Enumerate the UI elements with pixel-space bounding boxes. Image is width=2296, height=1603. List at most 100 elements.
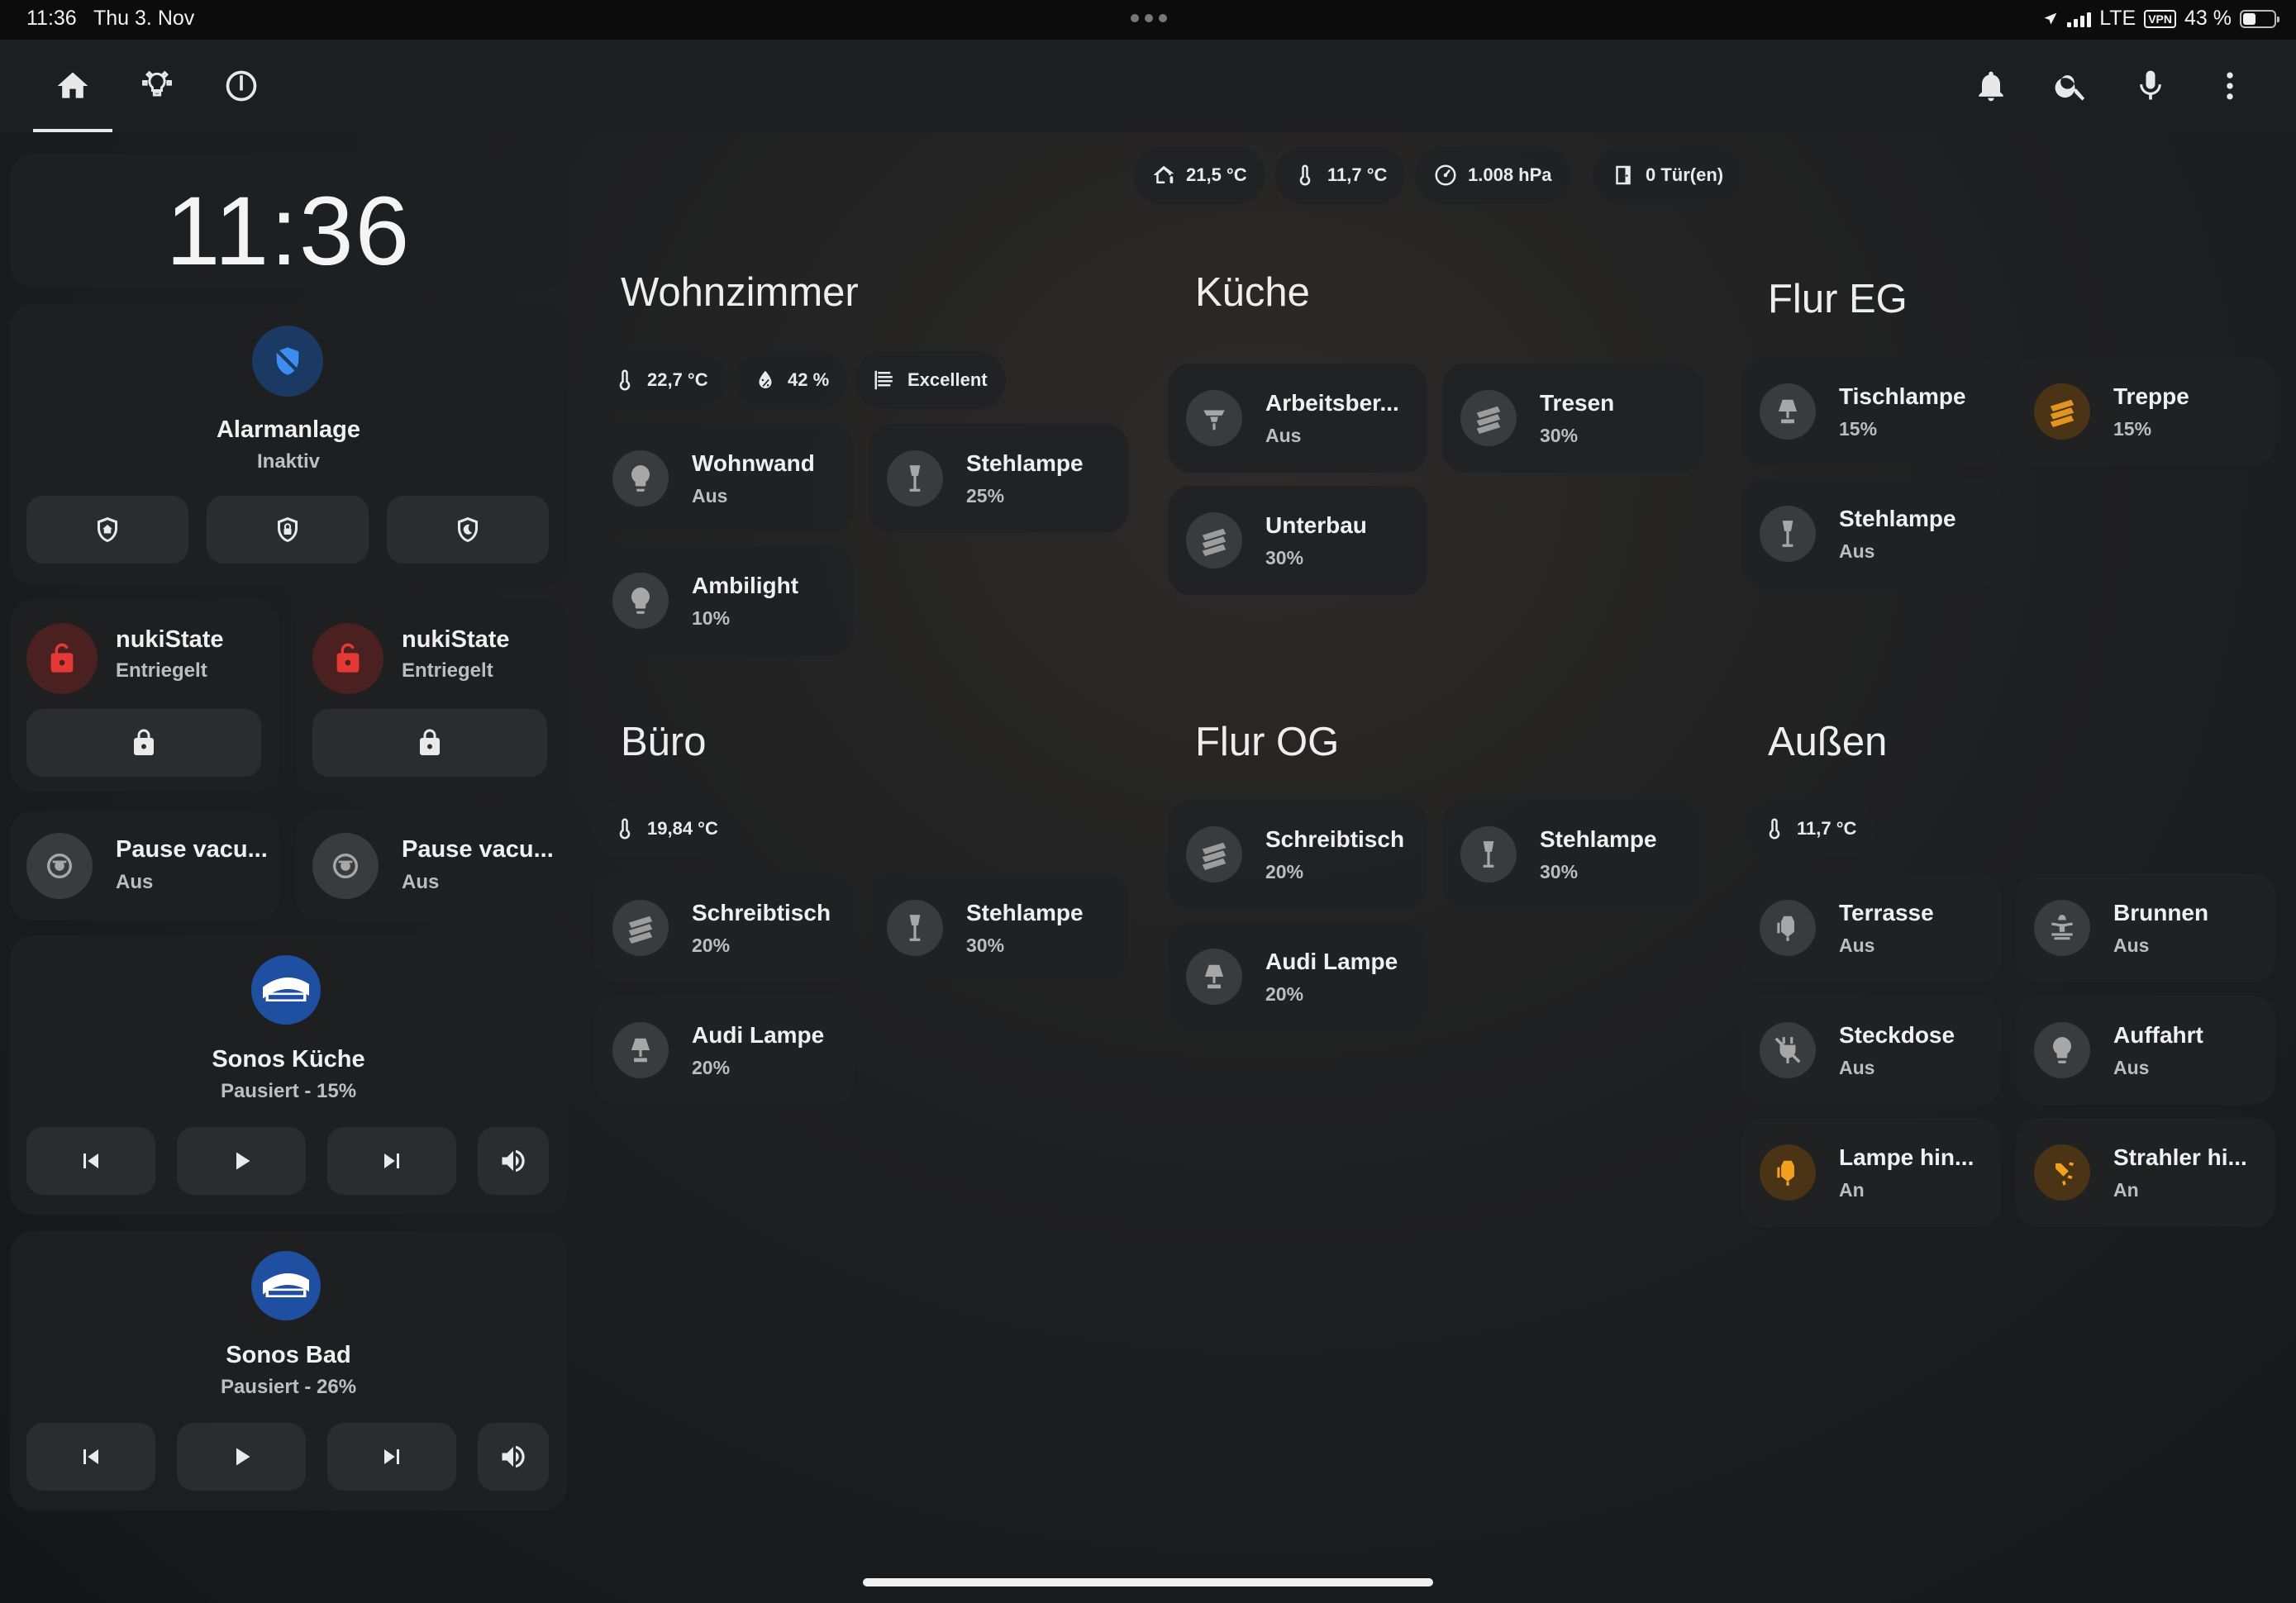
lightbulb-group-icon[interactable]: [136, 64, 179, 107]
tile-name: Stehlampe: [966, 900, 1084, 925]
chip-outdoor-temperature[interactable]: 11,7 °C: [1274, 146, 1406, 204]
tile-name: Strahler hi...: [2113, 1144, 2247, 1170]
chip-air-quality[interactable]: Excellent: [855, 351, 1006, 409]
tile-flur_eg-3[interactable]: Stehlampe Aus: [1741, 479, 2001, 588]
microphone-icon[interactable]: [2129, 64, 2172, 107]
tile-state: 30%: [1540, 425, 1579, 446]
previous-track-button[interactable]: [26, 1127, 155, 1195]
home-indicator[interactable]: [863, 1578, 1433, 1586]
vacuum-card-2[interactable]: Pause vacu... Aus: [296, 811, 567, 920]
lock-icon: [134, 729, 154, 755]
tile-aussen-5[interactable]: Lampe hin... An: [1741, 1118, 2001, 1227]
status-time: 11:36: [26, 7, 77, 30]
tile-buero-1[interactable]: Schreibtisch 20%: [594, 873, 854, 982]
floor-lamp-icon: [1760, 506, 1816, 562]
tile-aussen-3[interactable]: Steckdose Aus: [1741, 996, 2001, 1105]
ceiling-light-icon: [1186, 390, 1242, 446]
more-vert-icon[interactable]: [2208, 64, 2251, 107]
arm-home-button[interactable]: [26, 496, 188, 564]
chip-text: 42 %: [788, 369, 830, 390]
lock-card-1[interactable]: nukiState Entriegelt: [10, 600, 279, 792]
tile-state: Aus: [2113, 1057, 2150, 1078]
room-title-kueche: Küche: [1195, 270, 1310, 315]
tile-name: Brunnen: [2113, 900, 2209, 925]
outdoor-lamp-icon: [1760, 1144, 1816, 1201]
media-card-sonos-bad[interactable]: Sonos Bad Pausiert - 26%: [10, 1231, 567, 1510]
tile-kueche-3[interactable]: Unterbau 30%: [1168, 486, 1427, 595]
chip-room-humidity[interactable]: 42 %: [735, 351, 848, 409]
previous-track-button[interactable]: [26, 1423, 155, 1491]
chip-text: 22,7 °C: [647, 369, 708, 390]
next-track-button[interactable]: [327, 1423, 456, 1491]
tile-aussen-4[interactable]: Auffahrt Aus: [2016, 996, 2275, 1105]
media-card-sonos-kueche[interactable]: Sonos Küche Pausiert - 15%: [10, 935, 567, 1215]
chip-indoor-temperature[interactable]: 21,5 °C: [1133, 146, 1265, 204]
clock-card: 11:36: [10, 154, 567, 288]
clock-time: 11:36: [165, 177, 412, 286]
tile-kueche-1[interactable]: Arbeitsber... Aus: [1168, 364, 1427, 473]
spotlight-icon: [2034, 1144, 2090, 1201]
tile-buero-2[interactable]: Stehlampe 30%: [869, 873, 1128, 982]
tile-kueche-2[interactable]: Tresen 30%: [1442, 364, 1702, 473]
skip-previous-icon: [83, 1449, 98, 1464]
bell-icon[interactable]: [1970, 64, 2013, 107]
multitasking-dots-icon[interactable]: [1131, 14, 1167, 22]
search-icon[interactable]: [2050, 64, 2093, 107]
home-icon[interactable]: [51, 64, 94, 107]
tile-name: Tresen: [1540, 390, 1615, 416]
play-button[interactable]: [177, 1127, 306, 1195]
battery-icon: [2240, 9, 2279, 28]
outdoor-lamp-icon: [1760, 900, 1816, 956]
play-button[interactable]: [177, 1423, 306, 1491]
tile-aussen-1[interactable]: Terrasse Aus: [1741, 873, 2001, 982]
tile-state: 15%: [1839, 418, 1878, 440]
chip-pressure[interactable]: 1.008 hPa: [1415, 146, 1570, 204]
tile-aussen-6[interactable]: Strahler hi... An: [2016, 1118, 2275, 1227]
tile-flur_og-3[interactable]: Audi Lampe 20%: [1168, 922, 1427, 1031]
alarm-card[interactable]: Alarmanlage Inaktiv: [10, 304, 567, 585]
gauge-icon: [1435, 164, 1456, 186]
volume-button[interactable]: [478, 1127, 549, 1195]
tile-name: Ambilight: [692, 573, 799, 598]
skip-next-icon: [384, 1449, 399, 1464]
floor-lamp-icon: [887, 900, 943, 956]
next-track-button[interactable]: [327, 1127, 456, 1195]
tile-aussen-2[interactable]: Brunnen Aus: [2016, 873, 2275, 982]
arm-night-button[interactable]: [387, 496, 549, 564]
power-icon[interactable]: [220, 64, 263, 107]
tile-flur_eg-1[interactable]: Tischlampe 15%: [1741, 357, 2001, 466]
tile-state: 30%: [1265, 547, 1304, 568]
tile-buero-3[interactable]: Audi Lampe 20%: [594, 996, 854, 1105]
chip-text: 0 Tür(en): [1646, 164, 1724, 185]
chip-room-temperature[interactable]: 19,84 °C: [594, 800, 736, 858]
chip-room-temperature[interactable]: 11,7 °C: [1744, 800, 1875, 858]
chip-room-temperature[interactable]: 22,7 °C: [594, 351, 726, 409]
lock-button[interactable]: [312, 709, 547, 777]
lightbulb-icon: [612, 573, 669, 629]
tile-state: Aus: [1839, 935, 1875, 956]
signal-icon: [2067, 11, 2092, 27]
shield-off-icon: [252, 326, 323, 397]
robot-vacuum-icon: [26, 833, 93, 899]
tile-flur_eg-2[interactable]: Treppe 15%: [2016, 357, 2275, 466]
arm-away-button[interactable]: [207, 496, 369, 564]
vacuum-name: Pause vacu...: [402, 836, 554, 863]
tile-wohnzimmer-1[interactable]: Wohnwand Aus: [594, 424, 854, 533]
lock-state: Entriegelt: [402, 659, 493, 682]
led-strip-icon: [1186, 512, 1242, 568]
tile-state: 20%: [692, 935, 731, 956]
skip-next-icon: [384, 1153, 399, 1168]
tile-wohnzimmer-3[interactable]: Ambilight 10%: [594, 546, 854, 655]
tile-wohnzimmer-2[interactable]: Stehlampe 25%: [869, 424, 1128, 533]
led-strip-icon: [612, 900, 669, 956]
vacuum-card-1[interactable]: Pause vacu... Aus: [10, 811, 279, 920]
chip-doors[interactable]: 0 Tür(en): [1593, 146, 1742, 204]
volume-button[interactable]: [478, 1423, 549, 1491]
tile-state: 30%: [966, 935, 1005, 956]
lock-card-2[interactable]: nukiState Entriegelt: [296, 600, 567, 792]
lock-button[interactable]: [26, 709, 261, 777]
tile-flur_og-2[interactable]: Stehlampe 30%: [1442, 800, 1702, 909]
tile-flur_og-1[interactable]: Schreibtisch 20%: [1168, 800, 1427, 909]
lock-state: Entriegelt: [116, 659, 207, 682]
chip-text: Excellent: [907, 369, 988, 390]
